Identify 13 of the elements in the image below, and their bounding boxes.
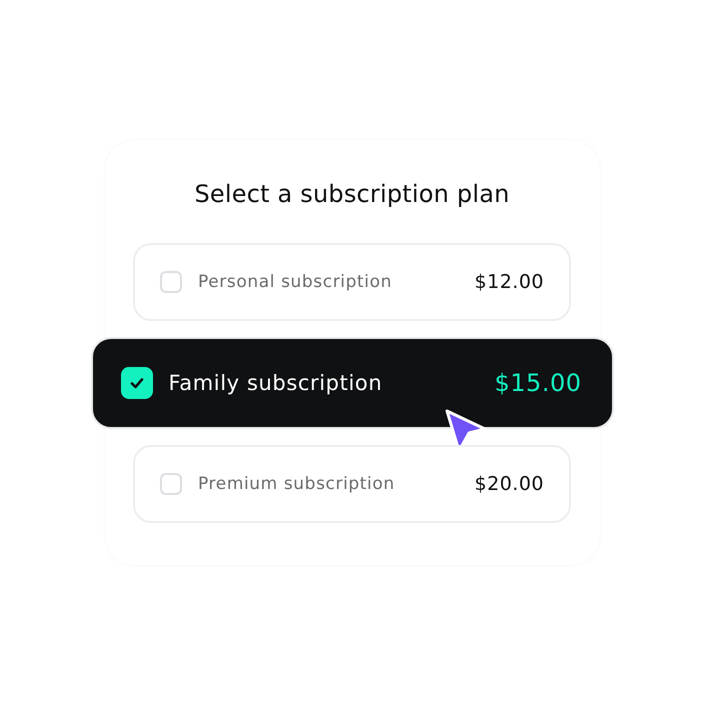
plan-price: $20.00 — [474, 473, 544, 495]
checkbox[interactable] — [120, 367, 152, 399]
plan-option[interactable]: Premium subscription $20.00 — [133, 445, 571, 523]
plan-name: Personal subscription — [198, 272, 392, 292]
check-icon — [130, 377, 144, 389]
plan-name: Premium subscription — [198, 474, 395, 494]
plan-price: $15.00 — [494, 369, 582, 397]
checkbox[interactable] — [160, 271, 182, 293]
plan-name: Family subscription — [168, 371, 382, 395]
plan-title: Select a subscription plan — [194, 180, 510, 208]
checkbox[interactable] — [160, 473, 182, 495]
plan-option[interactable]: Personal subscription $12.00 — [133, 243, 571, 321]
plan-price: $12.00 — [474, 271, 544, 293]
